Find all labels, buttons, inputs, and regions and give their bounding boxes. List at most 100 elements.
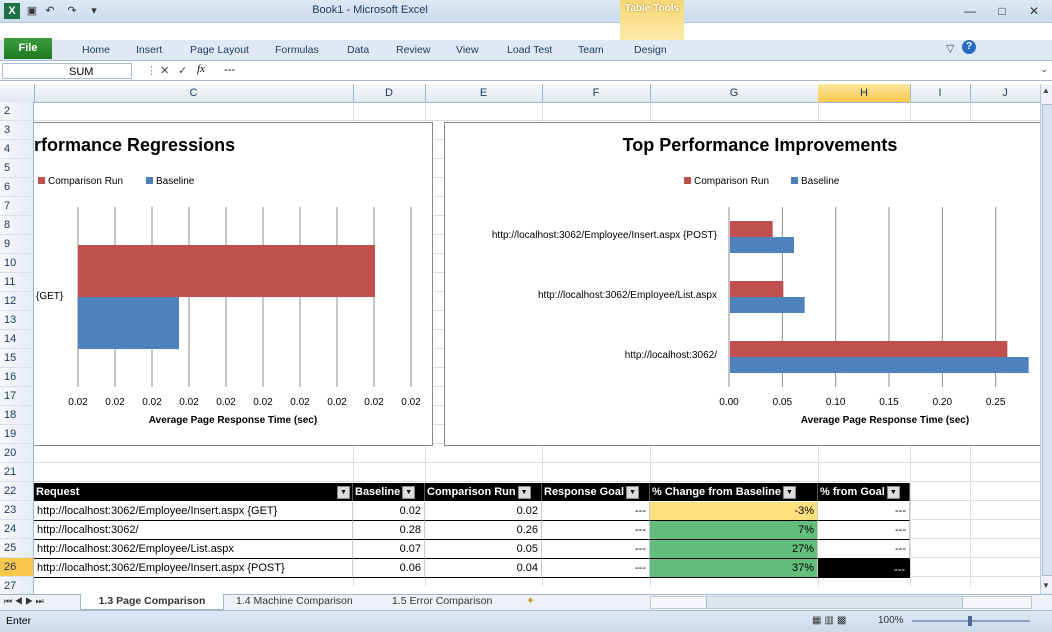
scroll-thumb[interactable] xyxy=(1042,104,1052,576)
tab-load-test[interactable]: Load Test xyxy=(507,42,552,58)
name-box[interactable]: SUM xyxy=(2,63,132,79)
row-header-14[interactable]: 14 xyxy=(0,330,34,349)
column-header-d[interactable]: D xyxy=(353,84,426,102)
table-cell[interactable]: 0.05 xyxy=(425,540,542,559)
tab-design[interactable]: Design xyxy=(634,42,667,58)
tab-page-layout[interactable]: Page Layout xyxy=(190,42,249,58)
row-header-12[interactable]: 12 xyxy=(0,292,34,311)
tab-data[interactable]: Data xyxy=(347,42,369,58)
tab-file[interactable]: File xyxy=(4,38,52,59)
row-header-2[interactable]: 2 xyxy=(0,102,34,121)
sheet-tab-machine-comparison[interactable]: 1.4 Machine Comparison xyxy=(236,594,353,609)
select-all-corner[interactable] xyxy=(0,84,35,102)
table-cell[interactable]: --- xyxy=(818,502,910,521)
row-header-23[interactable]: 23 xyxy=(0,501,34,520)
tab-insert[interactable]: Insert xyxy=(136,42,162,58)
table-cell-request[interactable]: http://localhost:3062/Employee/List.aspx xyxy=(34,540,353,559)
table-cell[interactable]: 0.02 xyxy=(425,502,542,521)
formula-content[interactable]: --- xyxy=(224,64,235,76)
row-header-25[interactable]: 25 xyxy=(0,539,34,558)
row-header-26[interactable]: 26 xyxy=(0,558,34,577)
row-header-8[interactable]: 8 xyxy=(0,216,34,235)
chart-improvements[interactable]: Top Performance Improvements Comparison … xyxy=(444,122,1041,446)
tab-formulas[interactable]: Formulas xyxy=(275,42,319,58)
table-cell[interactable]: 37% xyxy=(650,559,818,578)
sheet-tab-error-comparison[interactable]: 1.5 Error Comparison xyxy=(392,594,492,609)
table-cell-request[interactable]: http://localhost:3062/Employee/Insert.as… xyxy=(34,502,353,521)
row-header-18[interactable]: 18 xyxy=(0,406,34,425)
tab-view[interactable]: View xyxy=(456,42,479,58)
close-icon[interactable]: ✕ xyxy=(1024,3,1044,19)
row-header-5[interactable]: 5 xyxy=(0,159,34,178)
row-header-3[interactable]: 3 xyxy=(0,121,34,140)
scroll-thumb[interactable] xyxy=(706,597,963,608)
maximize-icon[interactable]: □ xyxy=(992,3,1012,19)
tab-team[interactable]: Team xyxy=(578,42,604,58)
table-cell[interactable]: 0.28 xyxy=(353,521,425,540)
row-header-20[interactable]: 20 xyxy=(0,444,34,463)
zoom-level[interactable]: 100% xyxy=(878,615,904,626)
scroll-up-icon[interactable]: ▲ xyxy=(1042,86,1050,95)
tab-home[interactable]: Home xyxy=(82,42,110,58)
table-cell[interactable]: --- xyxy=(542,521,650,540)
row-header-4[interactable]: 4 xyxy=(0,140,34,159)
table-header-comparison-run[interactable]: Comparison Run ▼ xyxy=(425,483,542,501)
table-cell[interactable]: --- xyxy=(818,559,910,578)
table-cell-request[interactable]: http://localhost:3062/ xyxy=(34,521,353,540)
insert-sheet-icon[interactable]: ✦ xyxy=(526,594,535,609)
zoom-slider-thumb[interactable] xyxy=(968,616,972,626)
column-header-c[interactable]: C xyxy=(34,84,354,102)
tab-review[interactable]: Review xyxy=(396,42,430,58)
column-header-j[interactable]: J xyxy=(970,84,1041,102)
row-header-10[interactable]: 10 xyxy=(0,254,34,273)
scroll-down-icon[interactable]: ▼ xyxy=(1042,581,1050,590)
table-header-from-goal[interactable]: % from Goal ▼ xyxy=(818,483,910,501)
row-header-16[interactable]: 16 xyxy=(0,368,34,387)
row-header-6[interactable]: 6 xyxy=(0,178,34,197)
row-header-22[interactable]: 22 xyxy=(0,482,34,501)
row-header-7[interactable]: 7 xyxy=(0,197,34,216)
table-header-baseline[interactable]: Baseline ▼ xyxy=(353,483,425,501)
table-cell[interactable]: --- xyxy=(818,521,910,540)
insert-function-icon[interactable]: fx xyxy=(197,63,205,75)
table-cell[interactable]: 0.06 xyxy=(353,559,425,578)
table-cell[interactable]: --- xyxy=(542,559,650,578)
table-header-change-from-baseline[interactable]: % Change from Baseline ▼ xyxy=(650,483,818,501)
row-header-17[interactable]: 17 xyxy=(0,387,34,406)
row-header-15[interactable]: 15 xyxy=(0,349,34,368)
table-cell-request[interactable]: http://localhost:3062/Employee/Insert.as… xyxy=(34,559,353,578)
table-cell[interactable]: 0.02 xyxy=(353,502,425,521)
minimize-ribbon-icon[interactable]: ▽ xyxy=(946,42,954,55)
table-cell[interactable]: 0.26 xyxy=(425,521,542,540)
table-cell[interactable]: 0.07 xyxy=(353,540,425,559)
column-header-h[interactable]: H xyxy=(818,84,911,102)
enter-icon[interactable]: ✓ xyxy=(178,64,187,77)
vertical-scrollbar[interactable]: ▲ ▼ xyxy=(1040,84,1052,594)
row-header-21[interactable]: 21 xyxy=(0,463,34,482)
table-header-response-goal[interactable]: Response Goal ▼ xyxy=(542,483,650,501)
table-cell[interactable]: -3% xyxy=(650,502,818,521)
help-icon[interactable]: ? xyxy=(962,40,976,54)
column-header-f[interactable]: F xyxy=(542,84,651,102)
table-header-request[interactable]: Request ▼ xyxy=(34,483,353,501)
cancel-icon[interactable]: ✕ xyxy=(160,64,169,77)
sheet-tab-page-comparison[interactable]: 1.3 Page Comparison xyxy=(80,594,224,610)
expand-formula-icon[interactable]: ⌄ xyxy=(1040,64,1048,75)
row-header-9[interactable]: 9 xyxy=(0,235,34,254)
table-cell[interactable]: --- xyxy=(542,540,650,559)
column-header-g[interactable]: G xyxy=(650,84,819,102)
horizontal-scrollbar[interactable] xyxy=(650,596,1032,609)
column-header-i[interactable]: I xyxy=(910,84,971,102)
minimize-icon[interactable]: ― xyxy=(960,3,980,19)
row-header-11[interactable]: 11 xyxy=(0,273,34,292)
table-cell[interactable]: 7% xyxy=(650,521,818,540)
table-cell[interactable]: 27% xyxy=(650,540,818,559)
table-cell[interactable]: --- xyxy=(818,540,910,559)
chart-regressions[interactable]: rformance Regressions Comparison Run Bas… xyxy=(34,122,433,446)
view-buttons-icon[interactable]: ▦▥▩ xyxy=(812,615,849,626)
table-cell[interactable]: 0.04 xyxy=(425,559,542,578)
table-cell[interactable]: --- xyxy=(542,502,650,521)
row-header-13[interactable]: 13 xyxy=(0,311,34,330)
row-header-24[interactable]: 24 xyxy=(0,520,34,539)
column-header-e[interactable]: E xyxy=(425,84,543,102)
